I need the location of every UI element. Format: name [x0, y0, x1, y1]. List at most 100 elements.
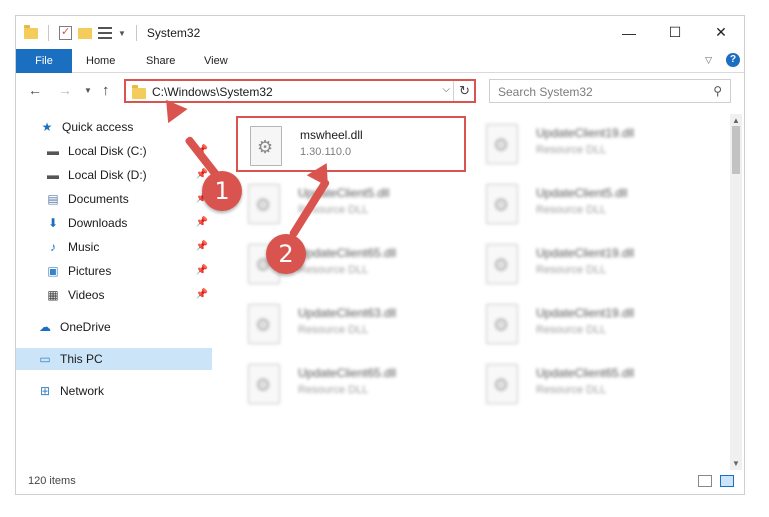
file-name: UpdateClient19.dll: [536, 306, 635, 320]
forward-arrow-icon[interactable]: →: [58, 82, 72, 98]
dll-file-icon: [486, 244, 518, 284]
sidebar-item-local-disk-d[interactable]: ▬ Local Disk (D:) 📌: [16, 164, 212, 186]
recent-locations-chevron-icon[interactable]: ▼: [84, 86, 92, 95]
scroll-down-icon[interactable]: ▼: [732, 459, 740, 468]
step-1-badge: 1: [202, 171, 242, 211]
sidebar-item-network[interactable]: ⊞ Network: [16, 380, 212, 402]
toolbar-divider: [135, 25, 137, 41]
downloads-icon: ⬇: [47, 216, 59, 230]
dll-file-icon: [486, 304, 518, 344]
item-count: 120 items: [28, 475, 76, 487]
back-arrow-icon[interactable]: ←: [28, 82, 42, 98]
navigation-pane: ★ Quick access ▬ Local Disk (C:) 📌 ▬ Loc…: [16, 114, 212, 470]
sidebar-item-onedrive[interactable]: ☁ OneDrive: [16, 316, 212, 338]
file-tile[interactable]: UpdateClient63.dll Resource DLL: [236, 296, 466, 352]
folder-icon: [132, 85, 146, 99]
file-explorer-window: ▼ System32 — ☐ ✕ File Home Share View ▽ …: [15, 15, 745, 495]
search-placeholder: Search System32: [498, 85, 593, 99]
pin-icon[interactable]: 📌: [196, 289, 208, 300]
toolbar-divider: [48, 25, 49, 41]
sidebar-item-videos[interactable]: ▦ Videos 📌: [16, 284, 212, 306]
ribbon-tabs: File Home Share View ▽ ?: [16, 49, 744, 73]
sidebar-item-label: Downloads: [68, 216, 128, 230]
dll-file-icon: [248, 304, 280, 344]
file-name: UpdateClient63.dll: [298, 306, 397, 320]
folder-icon: [24, 24, 38, 39]
sidebar-item-music[interactable]: ♪ Music 📌: [16, 236, 212, 258]
customize-toolbar-chevron-icon[interactable]: ▼: [118, 29, 126, 38]
file-tile-mswheel[interactable]: mswheel.dll 1.30.110.0: [236, 116, 466, 172]
file-tile[interactable]: UpdateClient65.dll Resource DLL: [474, 356, 704, 412]
file-description: Resource DLL: [536, 384, 607, 396]
pictures-icon: ▣: [47, 264, 59, 278]
computer-icon: ▭: [39, 352, 51, 366]
step-2-badge: 2: [266, 234, 306, 274]
file-name: UpdateClient65.dll: [536, 366, 635, 380]
file-name: UpdateClient65.dll: [298, 366, 397, 380]
properties-icon[interactable]: [59, 25, 72, 40]
address-divider: [453, 81, 454, 101]
file-version: 1.30.110.0: [300, 146, 352, 158]
ribbon-right-controls: ▽ ?: [705, 53, 740, 67]
pin-icon[interactable]: 📌: [196, 241, 208, 252]
music-icon: ♪: [50, 240, 56, 254]
file-tile[interactable]: UpdateClient5.dll Resource DLL: [236, 176, 466, 232]
sidebar-item-label: Quick access: [62, 120, 134, 134]
quick-access-toolbar: ▼ System32: [24, 24, 200, 42]
cloud-icon: ☁: [39, 320, 51, 334]
status-bar: 120 items: [16, 470, 744, 494]
tab-file[interactable]: File: [16, 49, 72, 73]
close-button[interactable]: ✕: [698, 16, 744, 49]
details-view-icon[interactable]: [698, 475, 712, 487]
file-name: mswheel.dll: [300, 128, 363, 142]
file-tile[interactable]: UpdateClient19.dll Resource DLL: [474, 236, 704, 292]
pin-icon[interactable]: 📌: [196, 217, 208, 228]
file-name: UpdateClient19.dll: [536, 126, 635, 140]
file-tile[interactable]: UpdateClient19.dll Resource DLL: [474, 296, 704, 352]
sidebar-item-quick-access[interactable]: ★ Quick access: [16, 116, 212, 138]
dll-file-icon: [486, 124, 518, 164]
sidebar-item-label: Music: [68, 240, 100, 254]
network-icon: ⊞: [39, 384, 51, 398]
sidebar-item-downloads[interactable]: ⬇ Downloads 📌: [16, 212, 212, 234]
refresh-icon[interactable]: ↻: [459, 83, 470, 99]
file-tile[interactable]: UpdateClient5.dll Resource DLL: [474, 176, 704, 232]
help-icon[interactable]: ?: [726, 53, 740, 67]
file-tile[interactable]: UpdateClient19.dll Resource DLL: [474, 116, 704, 172]
sidebar-item-label: Documents: [68, 192, 129, 206]
pin-icon[interactable]: 📌: [196, 265, 208, 276]
view-options-icon[interactable]: [98, 27, 112, 39]
sidebar-item-label: This PC: [60, 352, 103, 366]
up-arrow-icon[interactable]: ↑: [102, 82, 110, 99]
scrollbar-thumb[interactable]: [732, 126, 740, 174]
new-folder-icon[interactable]: [78, 27, 92, 39]
sidebar-item-pictures[interactable]: ▣ Pictures 📌: [16, 260, 212, 282]
tab-share[interactable]: Share: [134, 49, 187, 73]
vertical-scrollbar[interactable]: ▲ ▼: [730, 114, 742, 470]
drive-icon: ▬: [47, 168, 59, 182]
tab-view[interactable]: View: [192, 49, 240, 73]
expand-ribbon-chevron-icon[interactable]: ▽: [705, 55, 712, 66]
documents-icon: ▤: [47, 192, 59, 206]
minimize-button[interactable]: —: [606, 16, 652, 49]
large-icons-view-icon[interactable]: [720, 475, 734, 487]
file-tile[interactable]: UpdateClient65.dll Resource DLL: [236, 356, 466, 412]
sidebar-item-documents[interactable]: ▤ Documents 📌: [16, 188, 212, 210]
drive-icon: ▬: [47, 144, 59, 158]
search-icon[interactable]: ⚲: [713, 84, 722, 98]
sidebar-item-label: Videos: [68, 288, 105, 302]
videos-icon: ▦: [47, 288, 59, 302]
scroll-up-icon[interactable]: ▲: [732, 116, 740, 125]
sidebar-item-label: Pictures: [68, 264, 112, 278]
tab-home[interactable]: Home: [74, 49, 127, 73]
sidebar-item-local-disk-c[interactable]: ▬ Local Disk (C:) 📌: [16, 140, 212, 162]
file-description: Resource DLL: [298, 324, 369, 336]
search-input[interactable]: Search System32 ⚲: [489, 79, 731, 103]
navigation-bar: ← → ▼ ↑ C:\Windows\System32 ⌵ ↻ Search S…: [16, 74, 744, 108]
file-description: Resource DLL: [536, 144, 607, 156]
window-title: System32: [146, 26, 201, 40]
address-dropdown-chevron-icon[interactable]: ⌵: [442, 84, 450, 95]
file-name: UpdateClient5.dll: [536, 186, 628, 200]
sidebar-item-this-pc[interactable]: ▭ This PC: [16, 348, 212, 370]
maximize-button[interactable]: ☐: [652, 16, 698, 49]
